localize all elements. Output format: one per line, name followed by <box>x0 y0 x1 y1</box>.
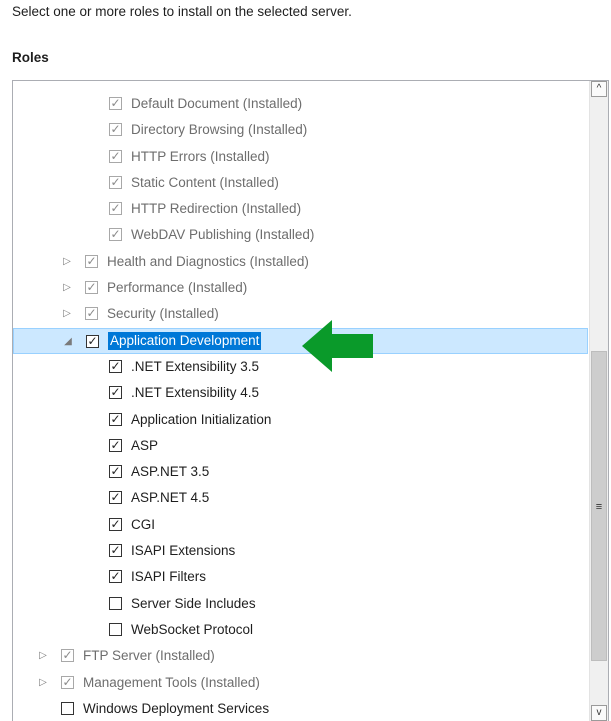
tree-item[interactable]: WebSocket Protocol <box>13 617 588 643</box>
role-label: ASP.NET 4.5 <box>131 490 210 506</box>
tree-item[interactable]: ✓ Static Content (Installed) <box>13 170 588 196</box>
role-checkbox[interactable]: ✓ <box>109 570 122 584</box>
role-checkbox[interactable]: ✓ <box>109 97 122 110</box>
role-label: .NET Extensibility 3.5 <box>131 358 260 374</box>
role-checkbox[interactable] <box>61 701 74 715</box>
role-checkbox[interactable]: ✓ <box>109 438 122 452</box>
expander-collapsed-icon[interactable]: ▷ <box>37 670 49 696</box>
role-label: Security (Installed) <box>107 306 219 322</box>
role-checkbox[interactable]: ✓ <box>109 123 122 137</box>
role-checkbox[interactable]: ✓ <box>61 649 74 663</box>
role-checkbox[interactable]: ✓ <box>85 254 98 268</box>
role-label: Performance (Installed) <box>107 280 248 296</box>
role-label: Default Document (Installed) <box>131 96 303 111</box>
tree-item[interactable]: ✓ WebDAV Publishing (Installed) <box>13 222 588 248</box>
role-label: CGI <box>131 516 156 532</box>
role-label: Windows Deployment Services <box>83 700 270 716</box>
tree-item[interactable]: ✓ HTTP Errors (Installed) <box>13 144 588 170</box>
role-label: Static Content (Installed) <box>131 174 279 190</box>
role-checkbox[interactable]: ✓ <box>109 228 122 242</box>
tree-item[interactable]: Server Side Includes <box>13 591 588 617</box>
role-checkbox[interactable]: ✓ <box>109 359 122 373</box>
roles-tree[interactable]: ✓ Default Document (Installed) ✓ Directory … <box>12 80 609 721</box>
tree-item[interactable]: ✓ CGI <box>13 512 588 538</box>
role-label: WebDAV Publishing (Installed) <box>131 227 315 243</box>
tree-item[interactable]: ✓ ISAPI Filters <box>13 564 588 590</box>
role-label: HTTP Errors (Installed) <box>131 148 270 164</box>
expander-expanded-icon[interactable]: ◢ <box>62 329 74 355</box>
tree-item[interactable]: ✓ ASP <box>13 433 588 459</box>
role-label: Application Initialization <box>131 411 272 427</box>
tree-item[interactable]: ▷ ✓ Management Tools (Installed) <box>13 670 588 696</box>
tree-item[interactable]: ✓ ISAPI Extensions <box>13 538 588 564</box>
role-checkbox[interactable]: ✓ <box>109 465 122 479</box>
tree-item[interactable]: ✓ Default Document (Installed) <box>13 91 588 117</box>
expander-collapsed-icon[interactable]: ▷ <box>61 249 73 275</box>
role-label: Management Tools (Installed) <box>83 674 260 690</box>
role-label: HTTP Redirection (Installed) <box>131 201 302 217</box>
role-checkbox[interactable]: ✓ <box>109 544 122 558</box>
green-arrow-icon <box>302 320 373 372</box>
role-checkbox[interactable]: ✓ <box>109 202 122 216</box>
roles-tree-rows: ✓ Default Document (Installed) ✓ Directory … <box>13 91 588 721</box>
role-checkbox[interactable]: ✓ <box>85 281 98 295</box>
expander-collapsed-icon[interactable]: ▷ <box>61 301 73 327</box>
tree-item[interactable]: ✓ .NET Extensibility 4.5 <box>13 380 588 406</box>
role-label: Health and Diagnostics (Installed) <box>107 253 309 269</box>
scroll-up-icon[interactable]: ^ <box>591 81 607 97</box>
role-label: Application Development <box>108 331 262 350</box>
role-label: WebSocket Protocol <box>131 621 254 637</box>
role-checkbox[interactable]: ✓ <box>109 386 122 400</box>
role-checkbox[interactable]: ✓ <box>61 675 74 689</box>
expander-collapsed-icon[interactable]: ▷ <box>61 275 73 301</box>
role-checkbox[interactable] <box>109 622 122 636</box>
role-label: FTP Server (Installed) <box>83 648 215 664</box>
role-label: Server Side Includes <box>131 595 256 611</box>
role-label: ISAPI Filters <box>131 569 207 585</box>
scroll-thumb[interactable]: ≡ <box>591 351 607 661</box>
role-checkbox[interactable]: ✓ <box>109 175 122 189</box>
role-checkbox[interactable]: ✓ <box>109 517 122 531</box>
scroll-grip-icon: ≡ <box>595 501 603 513</box>
tree-item[interactable]: ▷ ✓ Performance (Installed) <box>13 275 588 301</box>
tree-item[interactable]: Windows Deployment Services <box>13 696 588 721</box>
role-checkbox[interactable]: ✓ <box>109 491 122 505</box>
role-label: ASP <box>131 437 159 453</box>
vertical-scrollbar[interactable]: ^ ≡ v <box>589 81 608 721</box>
tree-item[interactable]: ✓ ASP.NET 4.5 <box>13 485 588 511</box>
role-checkbox[interactable] <box>109 596 122 610</box>
role-label: ISAPI Extensions <box>131 543 236 559</box>
role-checkbox[interactable]: ✓ <box>109 149 122 163</box>
role-label: Directory Browsing (Installed) <box>131 122 308 138</box>
tree-item[interactable]: ▷ ✓ Health and Diagnostics (Installed) <box>13 249 588 275</box>
tree-item[interactable]: ▷ ✓ FTP Server (Installed) <box>13 643 588 669</box>
section-title: Roles <box>12 50 49 65</box>
role-checkbox[interactable]: ✓ <box>85 307 98 321</box>
role-label: .NET Extensibility 4.5 <box>131 385 260 401</box>
instruction-text: Select one or more roles to install on t… <box>12 4 352 19</box>
tree-item[interactable]: ✓ Directory Browsing (Installed) <box>13 117 588 143</box>
scroll-down-icon[interactable]: v <box>591 705 607 721</box>
role-label: ASP.NET 3.5 <box>131 464 210 480</box>
tree-item[interactable]: ✓ HTTP Redirection (Installed) <box>13 196 588 222</box>
role-checkbox[interactable]: ✓ <box>109 412 122 426</box>
role-checkbox[interactable]: ✓ <box>86 334 99 348</box>
tree-item[interactable]: ✓ ASP.NET 3.5 <box>13 459 588 485</box>
tree-item[interactable]: ✓ Application Initialization <box>13 407 588 433</box>
expander-collapsed-icon[interactable]: ▷ <box>37 643 49 669</box>
